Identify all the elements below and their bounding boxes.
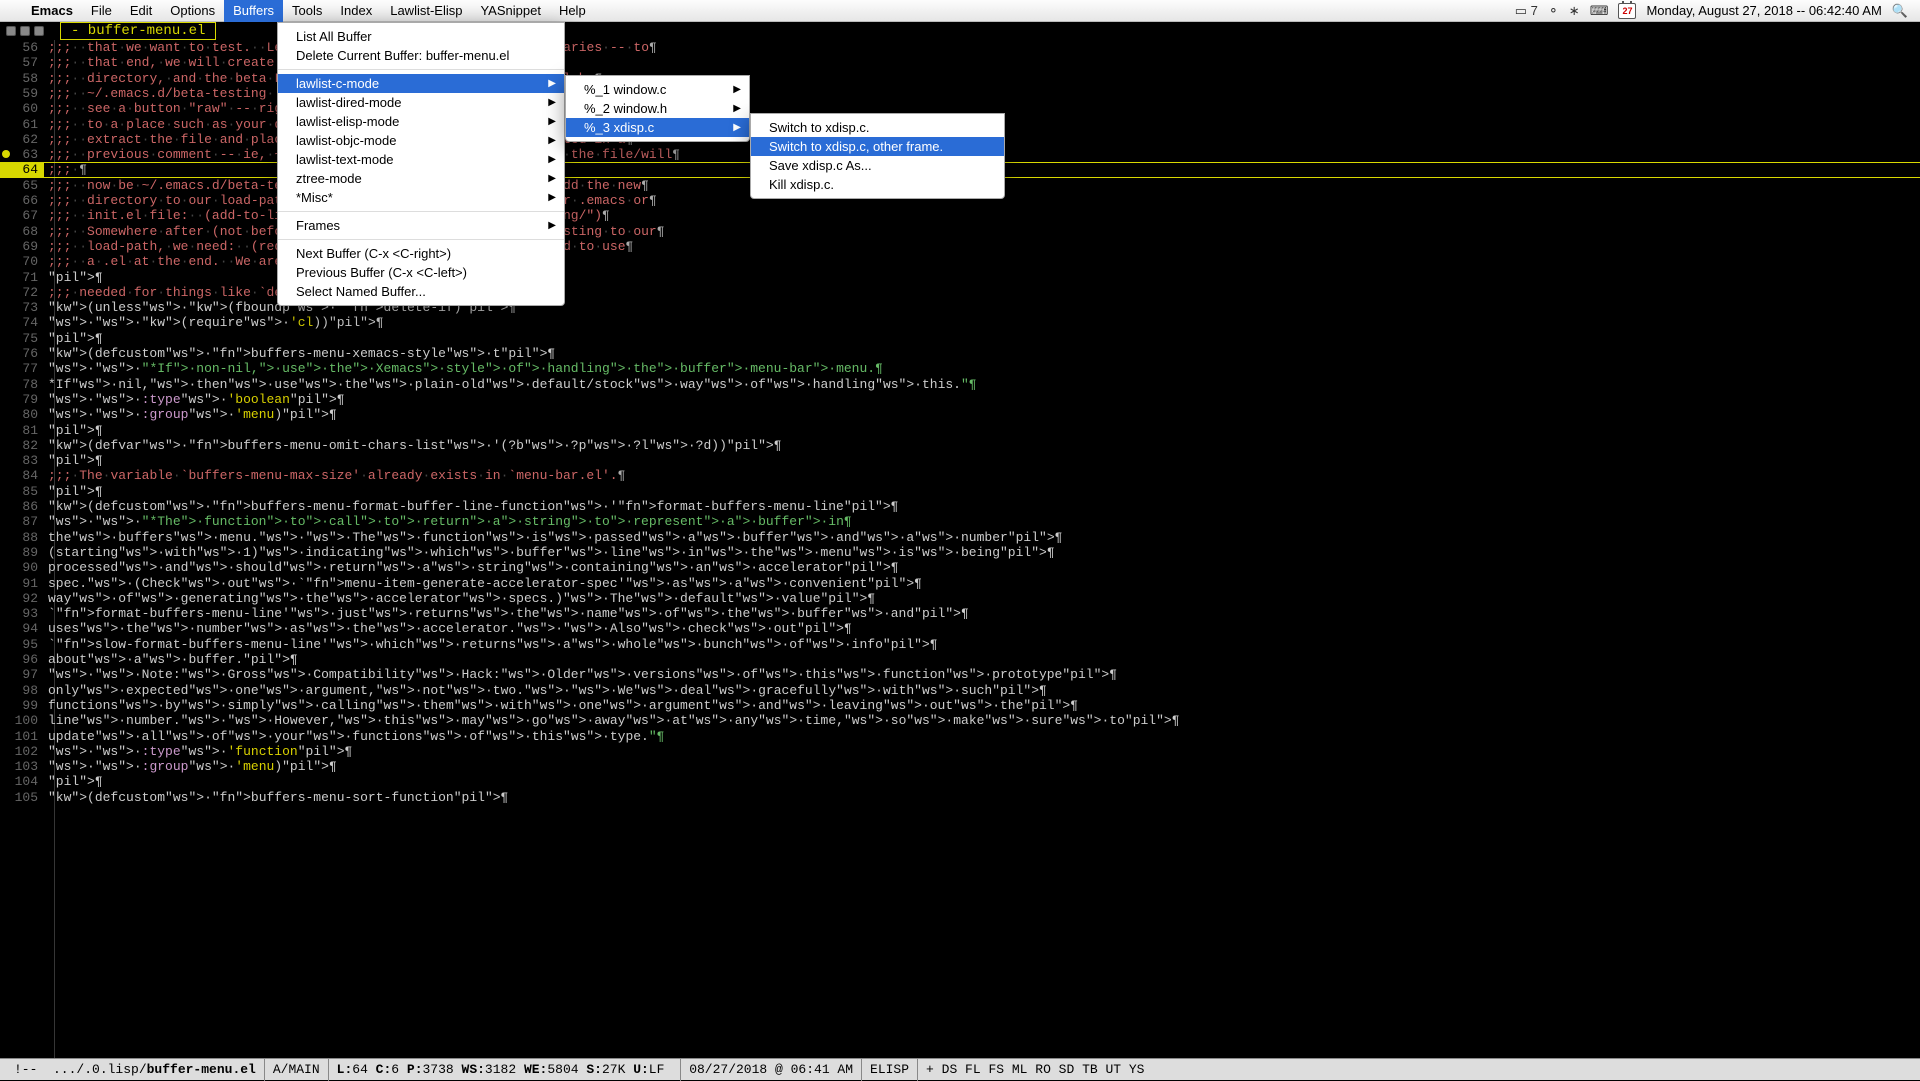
window-chrome [0, 22, 44, 40]
save-xdisp-as[interactable]: Save xdisp.c As... [751, 156, 1004, 175]
mode-ztree[interactable]: ztree-mode▶ [278, 169, 564, 188]
modeline-time: 08/27/2018 @ 06:41 AM [681, 1059, 862, 1081]
modeline-file: !-- .../.0.lisp/buffer-menu.el [6, 1059, 265, 1081]
menu-edit[interactable]: Edit [121, 0, 161, 22]
kill-xdisp[interactable]: Kill xdisp.c. [751, 175, 1004, 194]
calendar-icon: 27 [1618, 3, 1636, 19]
menu-index[interactable]: Index [331, 0, 381, 22]
next-buffer[interactable]: Next Buffer (C-x <C-right>) [278, 244, 564, 263]
mode-misc[interactable]: *Misc*▶ [278, 188, 564, 207]
buf-window-c[interactable]: %_1 window.c▶ [566, 80, 749, 99]
previous-buffer[interactable]: Previous Buffer (C-x <C-left>) [278, 263, 564, 282]
c-mode-submenu: %_1 window.c▶ %_2 window.h▶ %_3 xdisp.c▶ [565, 75, 750, 142]
buffers-delete-current[interactable]: Delete Current Buffer: buffer-menu.el [278, 46, 564, 65]
menu-options[interactable]: Options [161, 0, 224, 22]
buffers-dropdown: List All Buffer Delete Current Buffer: b… [277, 22, 565, 306]
xdisp-submenu: Switch to xdisp.c. Switch to xdisp.c, ot… [750, 113, 1005, 199]
menu-frames[interactable]: Frames▶ [278, 216, 564, 235]
menu-lawlist-elisp[interactable]: Lawlist-Elisp [381, 0, 471, 22]
select-named-buffer[interactable]: Select Named Buffer... [278, 282, 564, 301]
modeline: !-- .../.0.lisp/buffer-menu.el A/MAIN L:… [0, 1058, 1920, 1080]
mode-lawlist-elisp[interactable]: lawlist-elisp-mode▶ [278, 112, 564, 131]
modeline-branch: A/MAIN [265, 1059, 329, 1081]
line-number-gutter: 5657585960616263646566676869707172737475… [0, 40, 44, 1058]
submenu-arrow-icon: ▶ [548, 78, 556, 89]
menu-yasnippet[interactable]: YASnippet [471, 0, 549, 22]
mode-lawlist-c[interactable]: lawlist-c-mode▶ [278, 74, 564, 93]
toolbar-btn-2[interactable] [20, 26, 30, 36]
buffers-list-all[interactable]: List All Buffer [278, 27, 564, 46]
menu-file[interactable]: File [82, 0, 121, 22]
mode-lawlist-objc[interactable]: lawlist-objc-mode▶ [278, 131, 564, 150]
modeline-position: L:64 C:6 P:3738 WS:3182 WE:5804 S:27K U:… [329, 1059, 682, 1081]
modeline-flags: + DS FL FS ML RO SD TB UT YS [918, 1059, 1152, 1081]
buf-xdisp-c[interactable]: %_3 xdisp.c▶ [566, 118, 749, 137]
bluetooth-icon: ∗ [1569, 3, 1580, 19]
mode-lawlist-text[interactable]: lawlist-text-mode▶ [278, 150, 564, 169]
menubar-datetime: Monday, August 27, 2018 -- 06:42:40 AM [1646, 3, 1881, 18]
battery-value: 7 [1531, 3, 1538, 18]
modeline-mode: ELISP [862, 1059, 918, 1081]
toolbar-btn-3[interactable] [34, 26, 44, 36]
menu-help[interactable]: Help [550, 0, 595, 22]
switch-to-xdisp-other-frame[interactable]: Switch to xdisp.c, other frame. [751, 137, 1004, 156]
keyboard-icon: ⌨ [1590, 3, 1609, 19]
mac-menubar: Emacs File Edit Options Buffers Tools In… [0, 0, 1920, 22]
spotlight-icon[interactable]: 🔍 [1892, 3, 1908, 19]
menu-buffers[interactable]: Buffers [224, 0, 283, 22]
toolbar-btn-1[interactable] [6, 26, 16, 36]
mode-lawlist-dired[interactable]: lawlist-dired-mode▶ [278, 93, 564, 112]
buffer-tab[interactable]: - buffer-menu.el [60, 22, 216, 40]
buf-window-h[interactable]: %_2 window.h▶ [566, 99, 749, 118]
menu-appname[interactable]: Emacs [22, 0, 82, 22]
menu-tools[interactable]: Tools [283, 0, 331, 22]
battery-icon: ▭ 7 [1515, 3, 1538, 19]
switch-to-xdisp[interactable]: Switch to xdisp.c. [751, 118, 1004, 137]
wifi-icon: ⚬ [1548, 3, 1559, 19]
